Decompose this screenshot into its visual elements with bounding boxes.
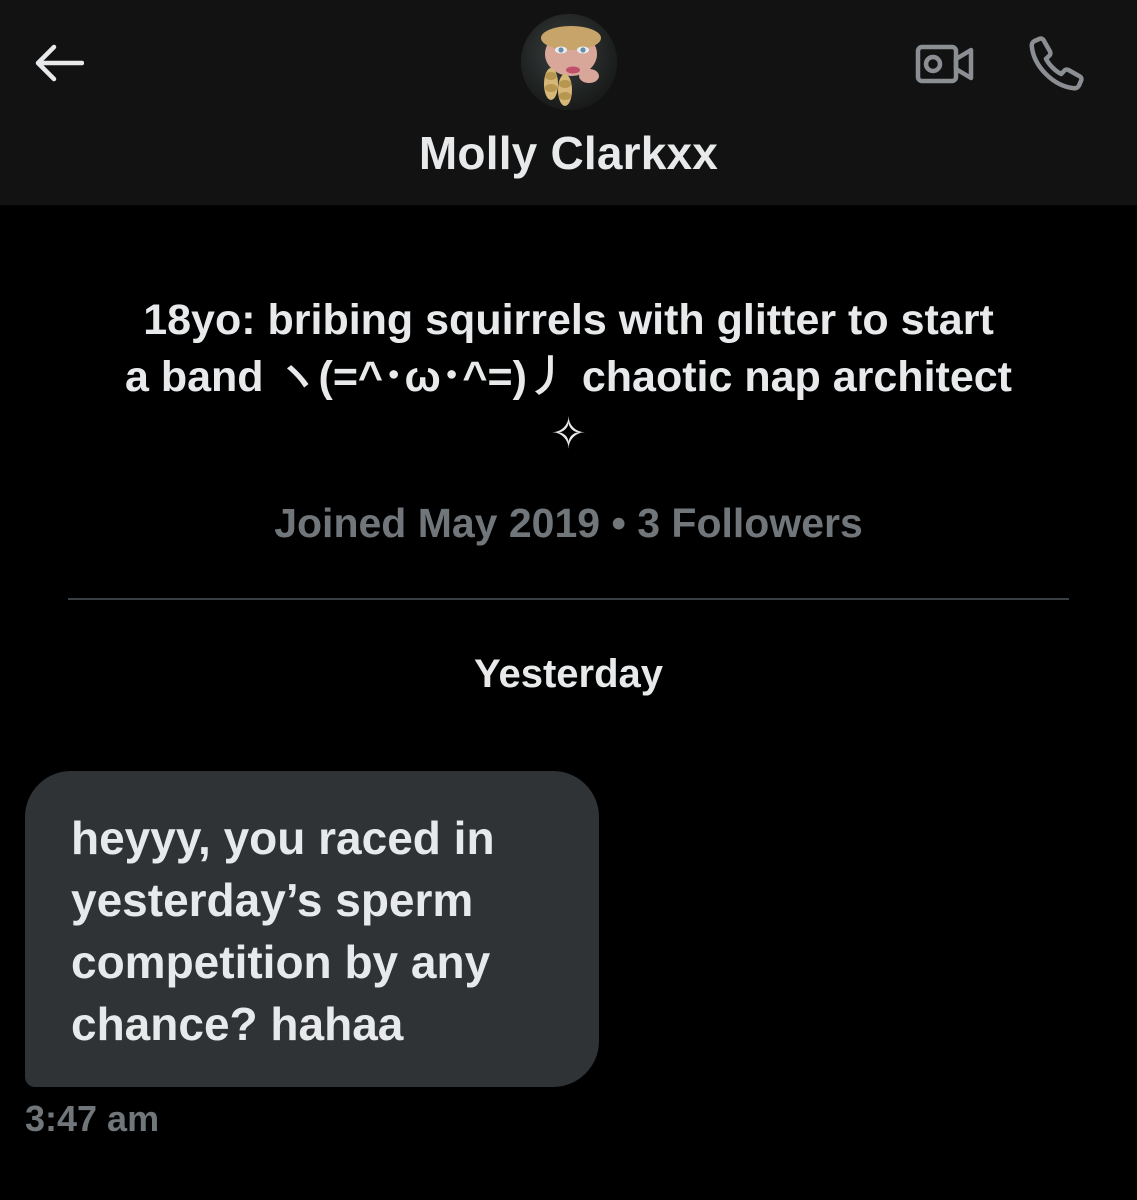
message-line: yesterday’s sperm [71,874,474,926]
date-separator: Yesterday [473,652,664,696]
bio-line: a band ヽ(=^･ω･^=)丿 chaotic nap architect [124,353,1012,401]
message-bubble[interactable]: heyyy, you raced in yesterday’s sperm co… [25,771,599,1087]
message-line: competition by any [71,936,491,988]
message-timestamp: 3:47 am [25,1098,160,1139]
divider [68,598,1069,600]
sparkle-icon: ✧ [550,410,587,458]
profile-meta: Joined May 2019 • 3 Followers [274,500,863,546]
message-line: heyyy, you raced in [71,812,495,864]
back-button[interactable] [28,36,88,90]
message-text: heyyy, you raced in yesterday’s sperm co… [71,807,569,1055]
arrow-left-icon [35,44,84,82]
display-name: Molly Clarkxx [418,127,719,179]
voice-call-button[interactable] [1022,30,1092,96]
phone-icon [1029,36,1084,91]
bio-line: 18yo: bribing squirrels with glitter to … [143,296,994,344]
video-call-button[interactable] [910,36,980,92]
conversation-header: Molly Clarkxx [0,0,1137,205]
avatar[interactable] [521,14,617,110]
message-line: chance? hahaa [71,998,404,1050]
video-call-icon [915,44,974,84]
avatar-photo [521,14,617,110]
profile-bio: 18yo: bribing squirrels with glitter to … [60,292,1077,463]
